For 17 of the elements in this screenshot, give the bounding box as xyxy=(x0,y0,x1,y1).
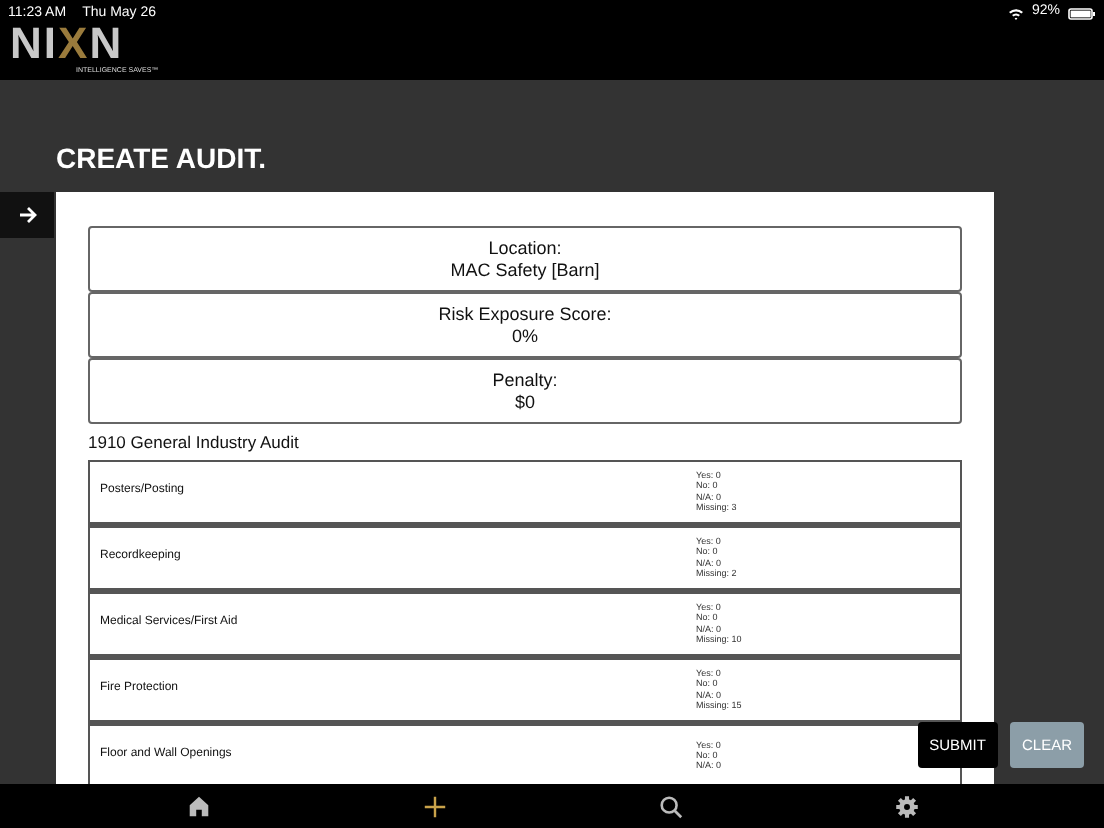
wifi-icon xyxy=(1007,7,1024,19)
page-title: CREATE AUDIT. xyxy=(56,142,266,174)
battery-icon xyxy=(1068,7,1096,19)
summary-value: MAC Safety [Barn] xyxy=(448,260,602,282)
summary-label: Risk Exposure Score: xyxy=(436,304,614,326)
summary-value: 0% xyxy=(509,326,540,348)
section-title: 1910 General Industry Audit xyxy=(88,432,299,452)
expand-tab[interactable] xyxy=(0,192,54,238)
settings-icon[interactable] xyxy=(893,793,919,819)
logo: NIXN xyxy=(10,22,124,66)
summary-label: Penalty: xyxy=(490,370,560,392)
summary-label: Location: xyxy=(486,238,564,260)
home-icon[interactable] xyxy=(185,793,211,819)
summary-value: $0 xyxy=(512,392,537,414)
search-icon[interactable] xyxy=(657,793,683,819)
arrow-right-icon xyxy=(17,206,37,224)
plus-icon[interactable] xyxy=(421,793,447,819)
